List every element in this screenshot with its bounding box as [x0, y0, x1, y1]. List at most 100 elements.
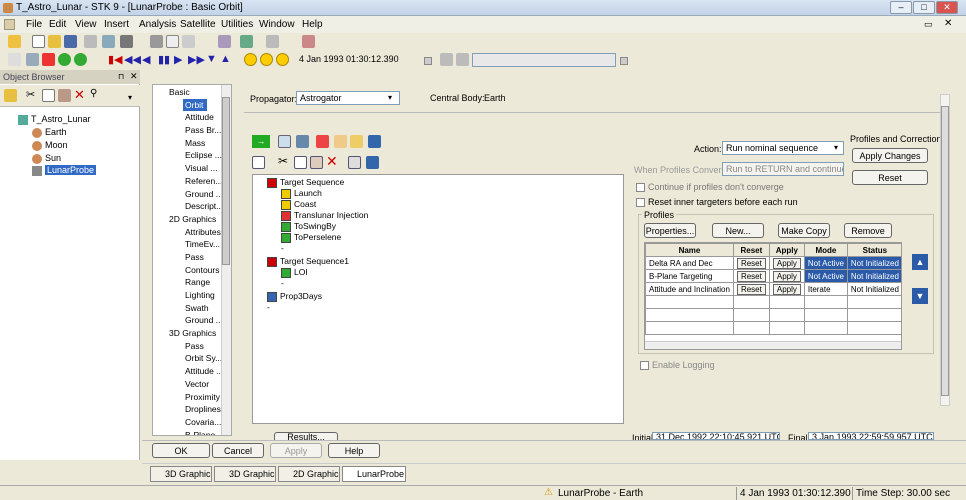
- cut-icon[interactable]: ✂: [26, 88, 35, 101]
- panel-close-icon[interactable]: ✕: [130, 71, 138, 82]
- propagator-select[interactable]: Astrogator: [296, 91, 400, 105]
- converge-select[interactable]: Run to RETURN and continue: [722, 162, 844, 176]
- nav-item[interactable]: Vector: [153, 378, 231, 391]
- cut-segment-icon[interactable]: ✂: [278, 154, 288, 168]
- nav-scroll-thumb[interactable]: [222, 97, 230, 265]
- nav-item[interactable]: Orbit: [183, 98, 208, 112]
- faster-icon[interactable]: ▲: [220, 53, 231, 65]
- nav-item[interactable]: Swath: [153, 302, 231, 315]
- column-header[interactable]: Name: [645, 243, 734, 257]
- play-back-icon[interactable]: ◀: [142, 53, 150, 66]
- refresh-icon[interactable]: [74, 53, 87, 66]
- cancel-button[interactable]: Cancel: [212, 443, 264, 458]
- arrows-icon[interactable]: [368, 135, 381, 148]
- browser-dropdown-icon[interactable]: ▾: [128, 93, 132, 102]
- tree-sun[interactable]: Sun: [32, 152, 61, 164]
- enable-logging-checkbox[interactable]: Enable Logging: [640, 360, 715, 371]
- globe-icon[interactable]: [302, 35, 315, 48]
- apply-row-button[interactable]: Apply: [772, 283, 801, 295]
- final-field[interactable]: 3 Jan 1993 22:59:59.957 UTCG: [808, 432, 934, 440]
- nav-item[interactable]: Orbit Sy...: [153, 352, 231, 365]
- sequence-item[interactable]: Target Sequence1: [253, 256, 623, 267]
- sequence-item[interactable]: Translunar Injection: [253, 210, 623, 221]
- sequence-item[interactable]: -: [253, 278, 623, 289]
- nav-item[interactable]: Visual ...: [153, 162, 231, 175]
- nav-item[interactable]: TimeEv...: [153, 238, 231, 251]
- apply-changes-button[interactable]: Apply Changes: [852, 148, 928, 163]
- nav-item[interactable]: Contours: [153, 264, 231, 277]
- nav-item[interactable]: Attitude: [153, 111, 231, 124]
- apply-button[interactable]: Apply: [270, 443, 322, 458]
- segment-icon[interactable]: [278, 135, 291, 148]
- reset-inner-checkbox[interactable]: Reset inner targeters before each run: [636, 197, 798, 208]
- report-icon[interactable]: [166, 35, 179, 48]
- paste-segment-icon[interactable]: [310, 156, 323, 169]
- play-icon[interactable]: ▶: [174, 53, 182, 66]
- ok-button[interactable]: OK: [152, 443, 210, 458]
- menu-satellite[interactable]: Satellite: [180, 19, 216, 30]
- nav-item[interactable]: Referen...: [153, 175, 231, 188]
- action-dropdown-icon[interactable]: ▾: [834, 143, 838, 152]
- nav-group-header[interactable]: 2D Graphics: [153, 213, 231, 226]
- sequence-item[interactable]: -: [253, 243, 623, 254]
- sequence-item[interactable]: ToSwingBy: [253, 221, 623, 232]
- nav-group-header[interactable]: 3D Graphics: [153, 327, 231, 340]
- save-icon[interactable]: [64, 35, 77, 48]
- apply-row-button[interactable]: Apply: [772, 257, 801, 269]
- nav-item[interactable]: Droplines: [153, 403, 231, 416]
- view-select[interactable]: [472, 53, 616, 67]
- continue-checkbox[interactable]: Continue if profiles don't converge: [636, 182, 784, 193]
- properties-segment-icon[interactable]: [348, 156, 361, 169]
- zoom-icon[interactable]: [26, 53, 39, 66]
- move-down-button[interactable]: ▼: [912, 288, 928, 304]
- graph-icon[interactable]: [182, 35, 195, 48]
- mdi-close-icon[interactable]: ✕: [944, 18, 952, 29]
- step-back-icon[interactable]: ◀◀: [124, 53, 141, 66]
- nav-item[interactable]: Descript...: [153, 200, 231, 213]
- print-preview-icon[interactable]: [150, 35, 163, 48]
- view-dropdown-icon[interactable]: [620, 57, 628, 65]
- reset-animation-icon[interactable]: ▮◀: [108, 53, 123, 66]
- cell-apply[interactable]: Apply: [768, 269, 805, 283]
- initial-field[interactable]: 31 Dec 1992 22:10:45.921 UTCG: [652, 432, 780, 440]
- nav-item[interactable]: B-Plane: [153, 429, 231, 435]
- column-header[interactable]: Status: [846, 243, 901, 257]
- nav-item[interactable]: Ground ...: [153, 188, 231, 201]
- nav-item[interactable]: Mass: [153, 137, 231, 150]
- nav-item[interactable]: Range: [153, 276, 231, 289]
- check-icon[interactable]: [316, 135, 329, 148]
- tree-earth[interactable]: Earth: [32, 126, 67, 138]
- vector-icon[interactable]: [240, 35, 253, 48]
- slower-icon[interactable]: ▼: [206, 53, 217, 65]
- copy-segment-icon[interactable]: [294, 156, 307, 169]
- tree-scenario[interactable]: T_Astro_Lunar: [18, 113, 91, 125]
- sequence-item[interactable]: Target Sequence: [253, 177, 623, 188]
- nav-item[interactable]: Pass Br...: [153, 124, 231, 137]
- copy-icon[interactable]: [42, 89, 55, 102]
- lock-icon[interactable]: [456, 53, 469, 66]
- satellite-icon[interactable]: [120, 35, 133, 48]
- menu-help[interactable]: Help: [302, 19, 323, 30]
- sequence-item[interactable]: ToPerselene: [253, 232, 623, 243]
- sequence-item[interactable]: Coast: [253, 199, 623, 210]
- realtime-icon[interactable]: [244, 53, 257, 66]
- menu-file[interactable]: File: [26, 19, 42, 30]
- notes-icon[interactable]: [350, 135, 363, 148]
- delete-icon[interactable]: [42, 53, 55, 66]
- column-header[interactable]: Reset: [732, 243, 770, 257]
- apply-row-button[interactable]: Apply: [772, 270, 801, 282]
- pan-icon[interactable]: [440, 53, 453, 66]
- minimize-button[interactable]: –: [890, 1, 912, 14]
- help-button[interactable]: Help: [328, 443, 380, 458]
- nav-item[interactable]: Attitude ...: [153, 365, 231, 378]
- new-segment-icon[interactable]: [252, 156, 265, 169]
- nav-item[interactable]: Lighting: [153, 289, 231, 302]
- reset-row-button[interactable]: Reset: [736, 257, 766, 269]
- menu-analysis[interactable]: Analysis: [139, 19, 176, 30]
- open-icon[interactable]: [48, 35, 61, 48]
- tag-icon[interactable]: [296, 135, 309, 148]
- reset-row-button[interactable]: Reset: [736, 270, 766, 282]
- menu-window[interactable]: Window: [259, 19, 295, 30]
- profile-properties-button[interactable]: Properties...: [644, 223, 696, 238]
- task-lunarprobe[interactable]: LunarProbe :...: [342, 466, 406, 482]
